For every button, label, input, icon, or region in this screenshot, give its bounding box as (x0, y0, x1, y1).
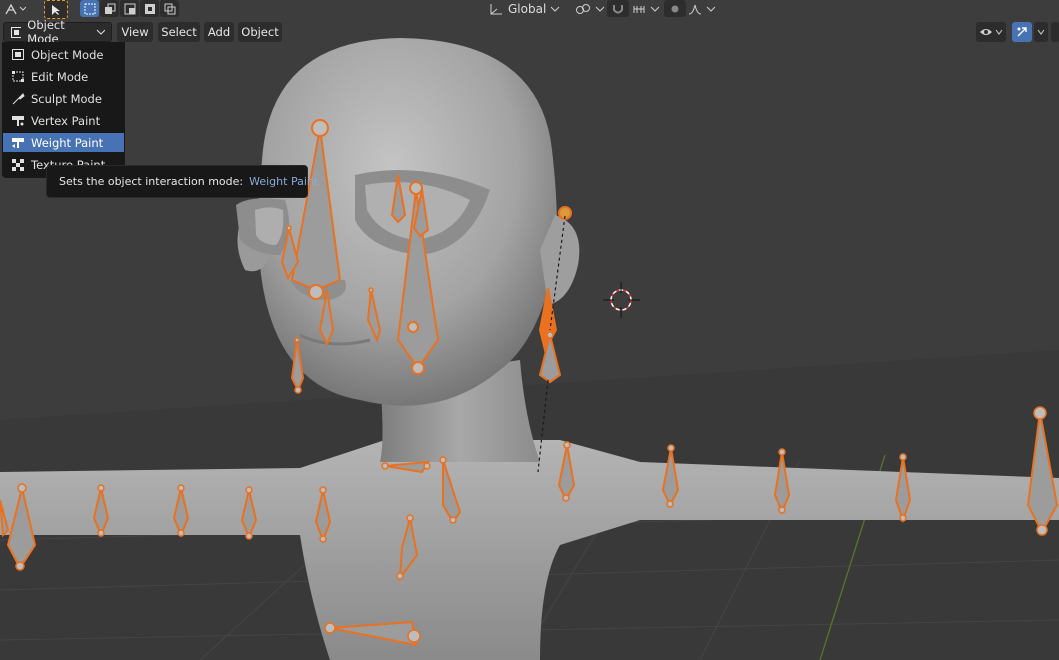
weight-paint-icon (12, 138, 24, 148)
object-mode-icon (12, 49, 24, 60)
select-invert-button[interactable] (140, 0, 159, 17)
add-menu-label: Add (207, 25, 231, 39)
menu-item-label: Object Mode (31, 47, 104, 62)
tooltip-text: Sets the object interaction mode: (59, 175, 244, 188)
menu-item-label: Edit Mode (31, 69, 89, 84)
transform-orientation-label: Global (508, 1, 547, 16)
chevron-down-icon (1037, 29, 1045, 35)
object-mode-icon (11, 26, 22, 38)
falloff-curve-icon (688, 4, 702, 14)
sculpt-mode-icon (12, 93, 25, 105)
magnet-icon (613, 4, 623, 13)
3d-viewport[interactable] (0, 0, 1059, 660)
vertex-paint-icon (12, 116, 24, 126)
tooltip-value: Weight Paint (249, 175, 319, 188)
select-invert-icon (144, 3, 155, 14)
select-intersect-icon (164, 3, 175, 14)
chevron-down-icon (650, 6, 660, 12)
select-menu[interactable]: Select (158, 22, 200, 42)
visibility-dropdown[interactable] (976, 22, 1006, 42)
gizmo-icon (1017, 27, 1027, 37)
gizmo-dropdown[interactable] (1034, 22, 1048, 42)
object-menu-label: Object (241, 25, 279, 39)
editor-type-button[interactable] (2, 0, 28, 17)
chevron-down-icon (995, 29, 1003, 35)
transform-orientation-dropdown[interactable]: Global (488, 0, 566, 17)
select-new-button[interactable] (80, 0, 99, 17)
pivot-point-dropdown[interactable] (575, 0, 605, 17)
snap-target-dropdown[interactable] (632, 0, 660, 17)
menu-item-sculpt-mode[interactable]: Sculpt Mode (3, 89, 124, 108)
add-menu[interactable]: Add (204, 22, 234, 42)
snap-toggle[interactable] (607, 0, 629, 17)
chevron-down-icon (550, 6, 560, 12)
menu-item-object-mode[interactable]: Object Mode (3, 45, 124, 64)
edit-mode-icon (12, 71, 24, 82)
gizmo-toggle[interactable] (1012, 22, 1032, 42)
overlay-toggle[interactable] (1051, 22, 1059, 42)
select-subtract-icon (124, 3, 135, 14)
menu-item-label: Vertex Paint (31, 113, 101, 128)
proportional-circle-icon (671, 5, 679, 12)
select-tool-button[interactable] (44, 0, 68, 19)
editor-type-icon (5, 3, 27, 14)
viewport-scene (0, 0, 1059, 660)
menu-item-vertex-paint[interactable]: Vertex Paint (3, 111, 124, 130)
falloff-dropdown[interactable] (688, 0, 716, 17)
view-menu-label: View (121, 25, 149, 39)
select-extend-icon (104, 3, 115, 14)
chevron-down-icon (706, 6, 716, 12)
orientation-axes-icon (490, 3, 502, 14)
object-menu[interactable]: Object (238, 22, 282, 42)
select-box-icon (84, 3, 95, 14)
mode-menu: Object Mode Edit Mode Sculpt Mode Vertex… (2, 42, 125, 178)
menu-item-weight-paint[interactable]: Weight Paint (3, 133, 124, 152)
mode-tooltip: Sets the object interaction mode: Weight… (46, 165, 318, 198)
select-menu-label: Select (161, 25, 197, 39)
snap-increment-icon (633, 5, 645, 13)
tool-header: Global (0, 0, 1059, 19)
menu-item-label: Weight Paint (31, 135, 104, 150)
eye-icon (980, 29, 992, 35)
texture-paint-icon (12, 159, 24, 171)
view-menu[interactable]: View (117, 22, 153, 42)
menu-item-edit-mode[interactable]: Edit Mode (3, 67, 124, 86)
select-extend-button[interactable] (100, 0, 119, 17)
proportional-editing-toggle[interactable] (664, 0, 686, 17)
pivot-link-icon (576, 3, 590, 14)
menu-item-label: Sculpt Mode (31, 91, 102, 106)
mode-selector[interactable]: Object Mode (3, 18, 112, 46)
select-subtract-button[interactable] (120, 0, 139, 17)
chevron-down-icon (595, 6, 605, 12)
select-intersect-button[interactable] (160, 0, 179, 17)
chevron-down-icon (96, 29, 105, 35)
cursor-arrow-icon (52, 4, 60, 15)
